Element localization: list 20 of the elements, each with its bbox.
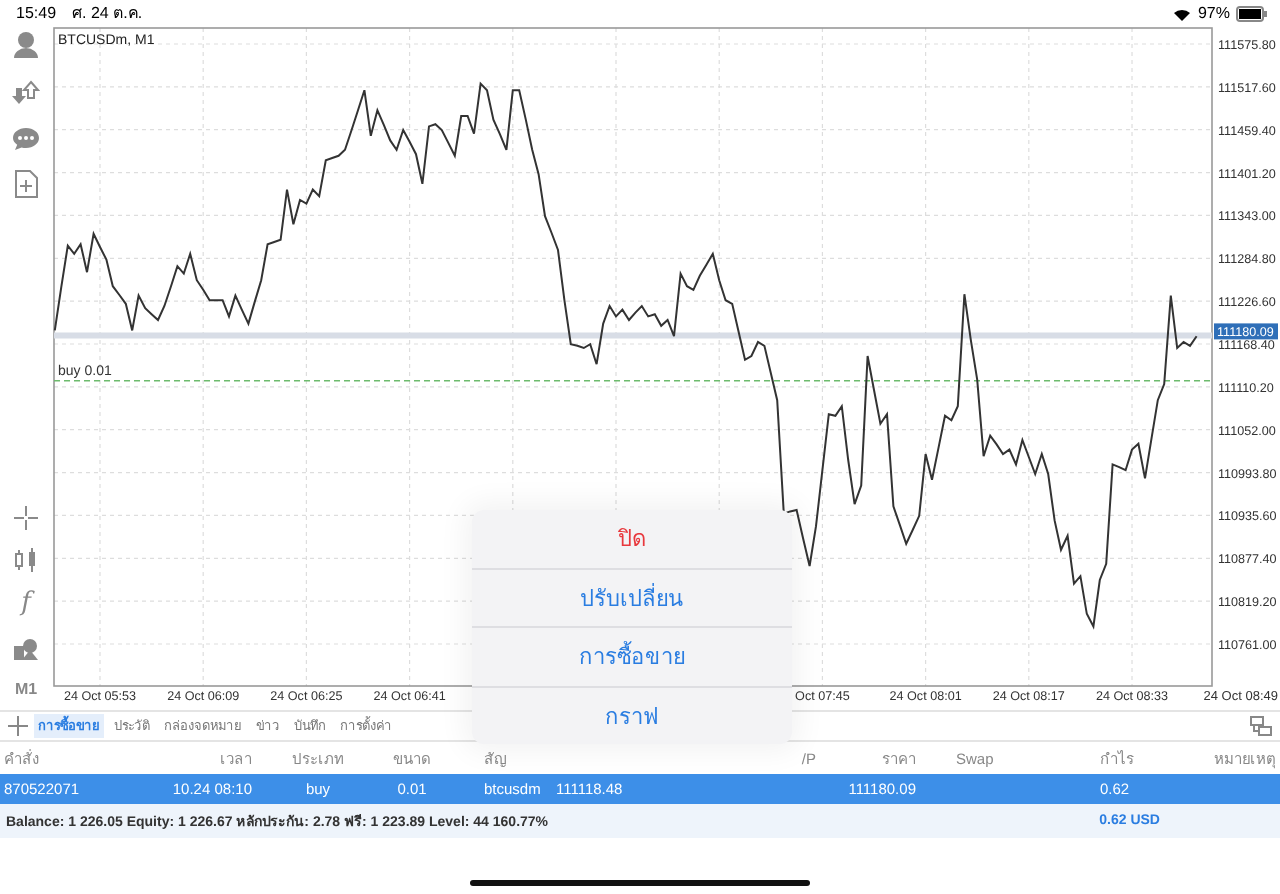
menu-item[interactable]: กราฟ [472,687,792,744]
indicators-button[interactable]: f [21,590,31,618]
battery-percent: 97% [1197,4,1230,22]
menu-item[interactable]: การซื้อขาย [472,628,792,687]
wifi-icon [1171,5,1192,21]
menu-item[interactable]: ปิด [472,510,792,569]
arrows-icon[interactable] [12,80,40,108]
date-text: ศ. 24 ต.ค. [72,2,143,26]
battery-icon [1236,5,1268,21]
timeframe-button[interactable]: M1 [14,680,38,698]
layout-icon[interactable] [1250,716,1272,736]
shapes-icon[interactable] [12,636,40,662]
new-document-icon[interactable] [14,170,38,198]
crosshair-icon[interactable] [14,506,38,530]
clock-time: 15:49 [16,4,57,22]
person-icon[interactable] [12,30,40,62]
chat-icon[interactable] [12,126,40,152]
candlestick-icon[interactable] [14,548,38,572]
plus-icon[interactable] [8,716,28,736]
menu-item[interactable]: ปรับเปลี่ยน [472,569,792,628]
